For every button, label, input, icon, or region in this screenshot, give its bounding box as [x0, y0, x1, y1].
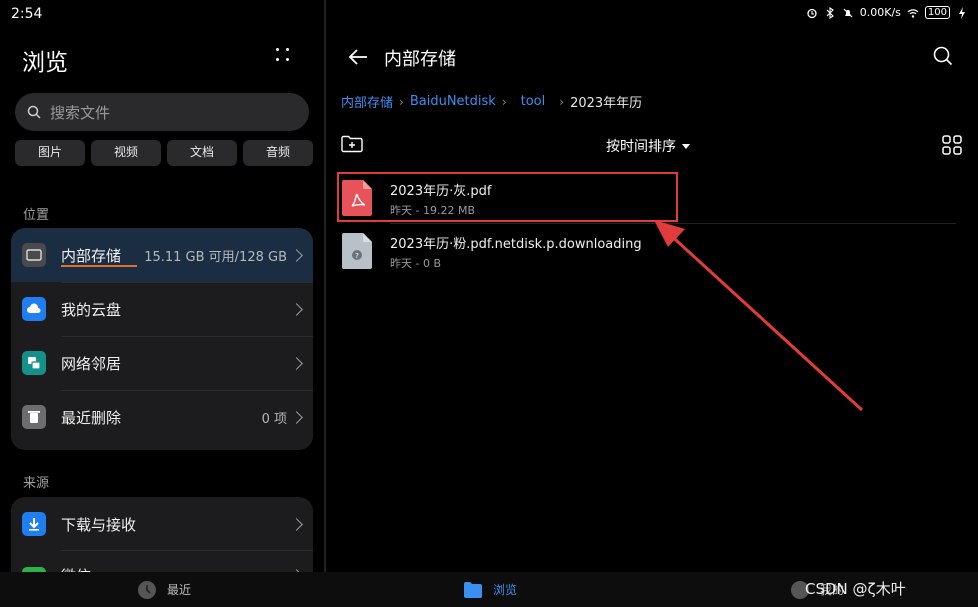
clock-icon	[138, 580, 156, 599]
sidebar-item-recently-deleted[interactable]: 最近删除 0 项	[11, 390, 313, 444]
unknown-file-icon: ?	[342, 233, 372, 269]
chevron-right-icon	[290, 248, 303, 262]
mute-bell-icon	[843, 8, 853, 17]
nav-browse[interactable]: 浏览	[463, 572, 517, 607]
search-icon[interactable]	[932, 45, 954, 67]
storage-icon	[22, 243, 46, 267]
annotation-arrow	[654, 220, 864, 412]
sidebar-item-wechat[interactable]: 微信	[11, 551, 313, 572]
status-icons: 0.00K/s 100	[806, 6, 968, 19]
sort-dropdown[interactable]: 按时间排序	[606, 136, 690, 156]
sidebar-item-label: 最近删除	[61, 408, 122, 427]
page-title: 浏览	[22, 50, 68, 76]
selection-underline	[61, 265, 137, 267]
chevron-right-icon: ›	[559, 94, 565, 109]
storage-capacity: 15.11 GB 可用/128 GB	[144, 249, 287, 265]
chevron-right-icon	[290, 302, 303, 316]
back-arrow-icon[interactable]	[346, 45, 370, 69]
grid-view-icon[interactable]	[942, 135, 962, 155]
category-chips: 图片 视频 文档 音频	[15, 140, 313, 166]
search-placeholder: 搜索文件	[50, 103, 111, 122]
chevron-right-icon	[290, 356, 303, 370]
sidebar-item-label: 下载与接收	[61, 515, 137, 534]
network-speed: 0.00K/s	[859, 6, 901, 19]
breadcrumb-current: 2023年年历	[570, 96, 643, 111]
sidebar-item-label: 我的云盘	[61, 300, 122, 319]
sidebar-item-label: 网络邻居	[61, 354, 122, 373]
nav-label: 最近	[167, 583, 192, 597]
sort-label: 按时间排序	[606, 139, 676, 155]
chevron-right-icon: ›	[501, 94, 507, 109]
left-pane: 浏览 搜索文件 图片 视频 文档 音频 位置 内部存储 15.11 GB 可用/…	[0, 0, 324, 572]
new-folder-icon[interactable]	[341, 135, 363, 153]
alarm-icon	[807, 8, 817, 18]
search-icon	[27, 105, 41, 119]
nav-label: 浏览	[493, 583, 518, 597]
breadcrumb-baidunetdisk[interactable]: BaiduNetdisk	[410, 94, 496, 109]
nav-recent[interactable]: 最近	[137, 572, 191, 607]
watermark: CSDN @ζ木叶	[805, 580, 906, 598]
annotation-highlight-box	[337, 172, 678, 222]
chip-videos[interactable]: 视频	[91, 140, 161, 166]
folder-title: 内部存储	[384, 49, 456, 70]
file-name: 2023年历·粉.pdf.netdisk.p.downloading	[390, 237, 642, 252]
chip-images[interactable]: 图片	[15, 140, 85, 166]
battery-level: 100	[924, 6, 950, 19]
sidebar-item-cloud-drive[interactable]: 我的云盘	[11, 282, 313, 336]
breadcrumb-tool[interactable]: tool	[521, 94, 546, 109]
divider	[61, 390, 313, 391]
location-section-label: 位置	[23, 208, 50, 223]
deleted-count: 0 项	[261, 411, 287, 427]
chevron-right-icon	[290, 410, 303, 424]
download-icon	[22, 512, 46, 536]
pane-divider	[324, 0, 326, 572]
folder-icon	[464, 581, 482, 598]
sidebar-item-network[interactable]: 网络邻居	[11, 336, 313, 390]
sidebar-item-downloads[interactable]: 下载与接收	[11, 497, 313, 551]
sidebar-item-label: 微信	[61, 565, 91, 572]
charging-icon	[959, 6, 965, 19]
more-options-icon[interactable]	[276, 48, 292, 64]
breadcrumb-internal-storage[interactable]: 内部存储	[341, 92, 393, 111]
breadcrumb: 内部存储 › BaiduNetdisk › tool › 2023年年历	[341, 92, 642, 111]
wifi-icon	[907, 8, 919, 18]
divider	[61, 336, 313, 337]
chip-audio[interactable]: 音频	[243, 140, 313, 166]
trash-icon	[22, 405, 46, 429]
svg-text:?: ?	[355, 252, 359, 260]
sidebar-item-internal-storage[interactable]: 内部存储 15.11 GB 可用/128 GB	[11, 228, 313, 282]
chevron-right-icon: ›	[399, 94, 404, 109]
network-icon	[22, 351, 46, 375]
divider	[61, 282, 313, 283]
source-card: 下载与接收 微信	[11, 497, 313, 572]
chip-documents[interactable]: 文档	[167, 140, 237, 166]
cloud-icon	[22, 297, 46, 321]
file-meta: 昨天 - 0 B	[390, 257, 442, 270]
bluetooth-icon	[826, 6, 834, 19]
search-input[interactable]: 搜索文件	[15, 93, 309, 131]
source-section-label: 来源	[23, 476, 50, 491]
chevron-right-icon	[290, 517, 303, 531]
sidebar-item-label: 内部存储	[61, 246, 122, 265]
caret-down-icon	[682, 143, 690, 149]
location-card: 内部存储 15.11 GB 可用/128 GB 我的云盘 网络邻居 最近删除 0…	[11, 228, 313, 450]
